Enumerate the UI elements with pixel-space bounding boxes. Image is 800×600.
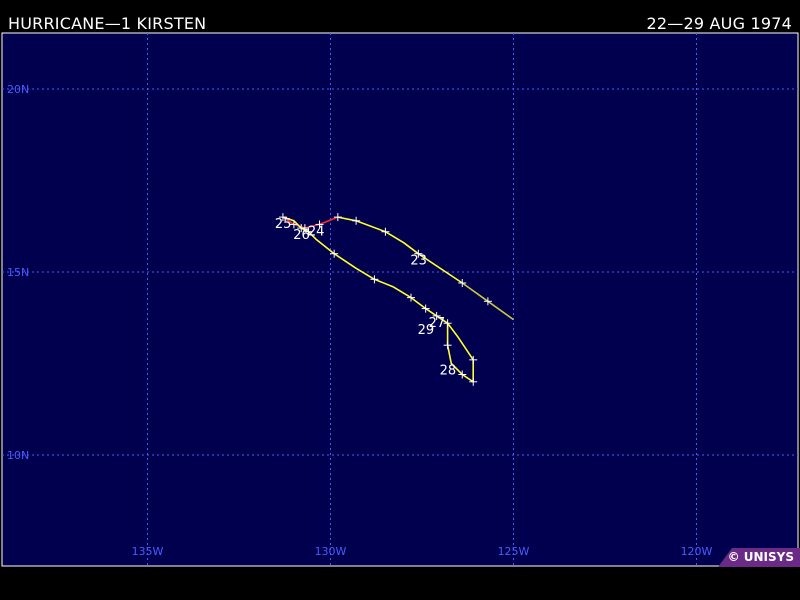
day-label: 28 xyxy=(440,364,457,379)
lon-label: 125W xyxy=(498,545,530,558)
lat-label: 10N xyxy=(7,449,29,462)
lon-label: 135W xyxy=(132,545,164,558)
day-label: 25 xyxy=(275,217,292,232)
lon-label: 120W xyxy=(681,545,713,558)
unisys-credit: © UNISYS xyxy=(718,548,800,567)
day-label: 24 xyxy=(308,224,325,239)
lon-label: 130W xyxy=(315,545,347,558)
day-label: 29 xyxy=(418,323,435,338)
lat-label: 15N xyxy=(7,266,29,279)
storm-track-map: 20N15N10N135W 130W 125W 120W 23252624272928 xyxy=(1,32,799,567)
ocean-background xyxy=(1,32,799,567)
lat-label: 20N xyxy=(7,83,29,96)
day-label: 23 xyxy=(410,254,427,269)
